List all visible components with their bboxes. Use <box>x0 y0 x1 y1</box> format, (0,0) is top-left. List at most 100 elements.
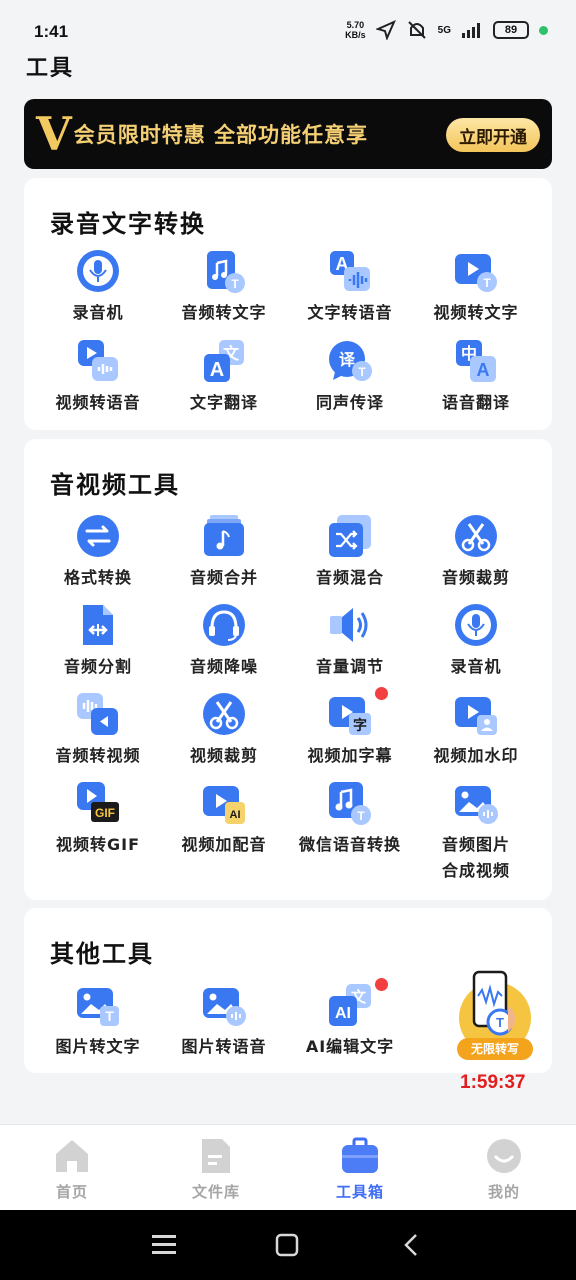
section-av-tools: 音视频工具 格式转换 音频合并 音频混合 音频裁剪 音频分割 音频降噪 音量调节 录音机 音频转… <box>24 439 552 900</box>
tool-label: 录音机 <box>450 657 502 676</box>
tool-item[interactable]: T 音频转文字 <box>161 248 287 326</box>
tool-item[interactable]: 视频裁剪 <box>161 691 287 769</box>
tool-item[interactable]: 字视频加字幕 <box>287 687 413 769</box>
home-icon <box>56 1140 88 1172</box>
mute-icon <box>407 21 426 39</box>
tool-label: 视频裁剪 <box>189 746 258 765</box>
tool-item[interactable]: 录音机 <box>35 248 161 326</box>
audio-mix-icon <box>327 513 373 559</box>
vip-banner[interactable]: V 会员限时特惠 全部功能任意享 立即开通 <box>24 99 552 169</box>
tool-label: 文字转语音 <box>307 303 393 322</box>
wechat-voice-icon: T <box>327 780 373 826</box>
menu-icon[interactable] <box>150 1232 178 1258</box>
nav-label: 我的 <box>487 1183 520 1201</box>
tool-label: 视频加字幕 <box>307 746 393 765</box>
unlimited-transcribe-promo[interactable]: T 无限转写 <box>452 966 538 1066</box>
nav-label: 首页 <box>55 1183 88 1201</box>
tool-item[interactable]: 视频转语音 <box>35 338 161 416</box>
tool-item[interactable]: 录音机 <box>413 602 539 680</box>
nav-label: 文件库 <box>191 1183 240 1201</box>
section-title: 录音文字转换 <box>50 210 206 238</box>
tool-item[interactable]: 中 A 语音翻译 <box>413 338 539 416</box>
page-title: 工具 <box>26 56 75 81</box>
tool-label: 音频图片 合成视频 <box>441 835 510 880</box>
tool-item[interactable]: A 文字转语音 <box>287 248 413 326</box>
tool-item[interactable]: 视频加水印 <box>413 691 539 769</box>
mic-icon <box>75 248 121 294</box>
tool-label: 视频转GIF <box>55 835 141 854</box>
tool-item[interactable]: 音频图片 合成视频 <box>413 780 539 884</box>
ai-edit-icon: 文 AI <box>327 982 373 1028</box>
tool-label: 图片转语音 <box>181 1037 267 1056</box>
home-button-icon[interactable] <box>274 1232 300 1258</box>
video-to-text-icon: T <box>453 248 499 294</box>
new-badge-dot <box>375 978 388 991</box>
location-icon <box>375 20 396 40</box>
watermark-icon <box>453 691 499 737</box>
signal-icon <box>462 23 480 38</box>
format-convert-icon <box>75 513 121 559</box>
tool-label: 音频转文字 <box>181 303 267 322</box>
tool-item[interactable]: 文 A 文字翻译 <box>161 338 287 416</box>
text-to-speech-icon: A <box>327 248 373 294</box>
network-speed: 5.70 KB/s <box>345 20 366 40</box>
image-audio-video-icon <box>453 780 499 826</box>
section-title: 其他工具 <box>50 940 154 968</box>
tool-item[interactable]: 音频裁剪 <box>413 513 539 591</box>
nav-profile[interactable]: 我的 <box>454 1137 554 1202</box>
audio-merge-icon <box>201 513 247 559</box>
svg-text:A: A <box>210 359 224 381</box>
nav-toolbox[interactable]: 工具箱 <box>310 1137 410 1202</box>
tool-label: 格式转换 <box>63 568 132 587</box>
nav-files[interactable]: 文件库 <box>166 1137 266 1202</box>
tool-label: 音频降噪 <box>189 657 258 676</box>
audio-split-icon <box>75 602 121 648</box>
tool-item[interactable]: 音频合并 <box>161 513 287 591</box>
tool-item[interactable]: AI 视频加配音 <box>161 780 287 858</box>
svg-text:T: T <box>231 277 239 291</box>
image-to-text-icon: T <box>75 982 121 1028</box>
tool-item[interactable]: T 微信语音转换 <box>287 780 413 858</box>
speech-translate-icon: 中A <box>453 338 499 384</box>
tool-item[interactable]: 音频转视频 <box>35 691 161 769</box>
dubbing-icon: AI <box>201 780 247 826</box>
svg-text:A: A <box>477 360 490 380</box>
tool-item[interactable]: 音量调节 <box>287 602 413 680</box>
tool-label: 视频加水印 <box>433 746 519 765</box>
tool-label: 录音机 <box>72 303 124 322</box>
video-cut-icon <box>201 691 247 737</box>
tool-label: 语音翻译 <box>441 393 510 412</box>
tool-item[interactable]: T 图片转文字 <box>35 982 161 1060</box>
tool-item[interactable]: 音频分割 <box>35 602 161 680</box>
tool-item[interactable]: 格式转换 <box>35 513 161 591</box>
tool-label: 视频转语音 <box>55 393 141 412</box>
svg-text:T: T <box>358 365 366 379</box>
tool-label: AI编辑文字 <box>305 1037 395 1056</box>
audio-to-video-icon <box>75 691 121 737</box>
tool-label: 图片转文字 <box>55 1037 141 1056</box>
audio-cut-icon <box>453 513 499 559</box>
tool-item[interactable]: 音频混合 <box>287 513 413 591</box>
tool-item[interactable]: 文 AI AI编辑文字 <box>287 978 413 1060</box>
back-icon[interactable] <box>398 1232 424 1258</box>
simultaneous-interpretation-icon: 译T <box>327 338 373 384</box>
svg-text:GIF: GIF <box>95 806 115 820</box>
bottom-nav: 首页 文件库 工具箱 我的 <box>0 1124 576 1210</box>
tool-item[interactable]: T 视频转文字 <box>413 248 539 326</box>
volume-adjust-icon <box>327 602 373 648</box>
nav-home[interactable]: 首页 <box>22 1137 122 1202</box>
svg-text:T: T <box>496 1015 504 1030</box>
promo-countdown: 1:59:37 <box>460 1072 526 1093</box>
tool-item[interactable]: GIF 视频转GIF <box>35 780 161 858</box>
tool-label: 视频转文字 <box>433 303 519 322</box>
tool-item[interactable]: 图片转语音 <box>161 982 287 1060</box>
tool-item[interactable]: 音频降噪 <box>161 602 287 680</box>
privacy-dot <box>539 25 548 35</box>
tool-label: 同声传译 <box>315 393 384 412</box>
open-vip-button[interactable]: 立即开通 <box>446 118 540 152</box>
toolbox-icon <box>342 1137 378 1173</box>
tool-item[interactable]: 译 T 同声传译 <box>287 338 413 416</box>
tool-label: 音频分割 <box>63 657 132 676</box>
tool-label: 微信语音转换 <box>298 835 401 854</box>
vip-promo-text: 会员限时特惠 全部功能任意享 <box>73 123 369 147</box>
